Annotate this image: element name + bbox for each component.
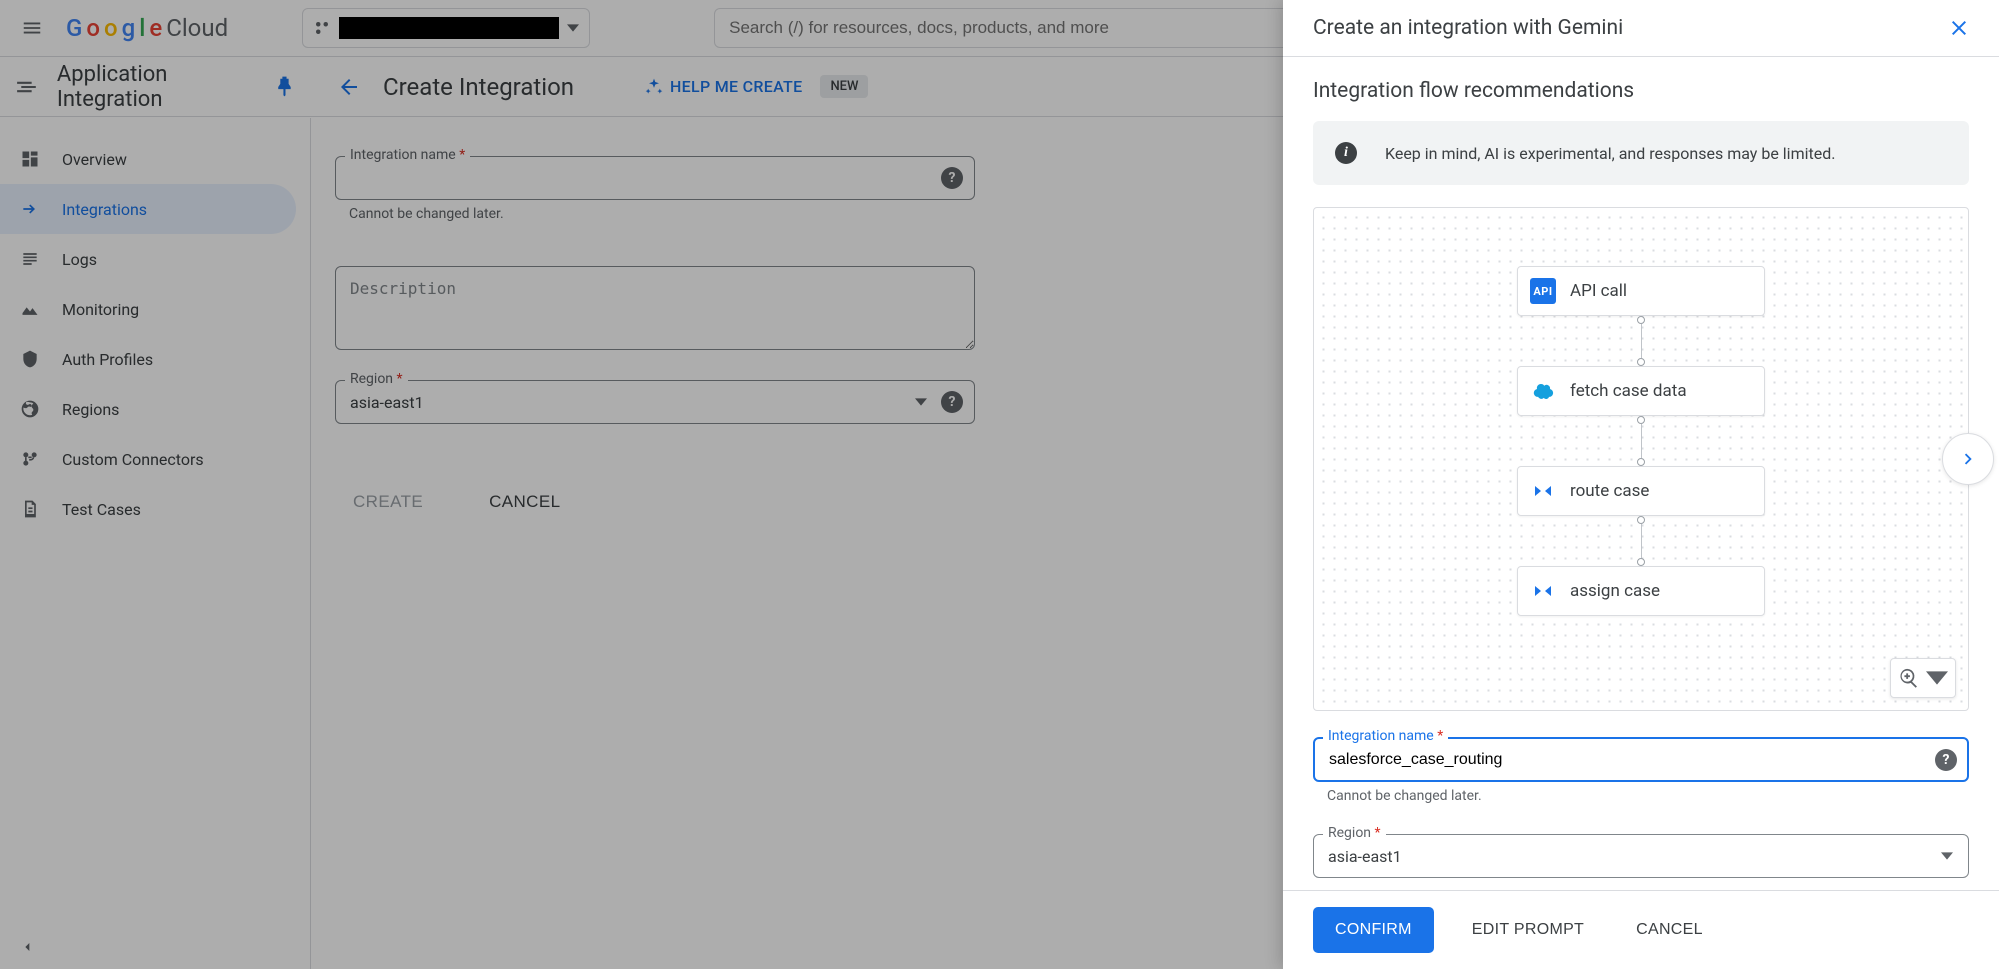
region-select[interactable]: asia-east1 [335,380,975,424]
close-icon [1947,16,1971,40]
integration-name-label: Integration name * [345,147,470,163]
sidebar-item-label: Auth Profiles [62,350,153,369]
sidebar-item-label: Overview [62,150,127,169]
mapper-icon [1530,478,1556,504]
info-icon: i [1335,142,1357,164]
flow-node-route[interactable]: route case [1517,466,1765,516]
zoom-control[interactable] [1890,658,1956,698]
panel-name-helper: Cannot be changed later. [1327,788,1969,804]
flow-node-label: API call [1570,281,1627,301]
next-recommendation-button[interactable] [1942,433,1994,485]
help-me-create-button[interactable]: HELP ME CREATE [644,77,802,97]
sidebar-item-regions[interactable]: Regions [0,384,310,434]
flow-preview-canvas: API API call fetch case data route case … [1313,207,1969,711]
help-icon[interactable]: ? [941,391,963,413]
sidebar-item-label: Custom Connectors [62,450,204,469]
api-icon: API [1530,278,1556,304]
region-label: Region * [345,371,408,387]
integration-name-field-wrap: Integration name * ? [335,156,975,200]
panel-title: Create an integration with Gemini [1313,16,1623,40]
flow-connector [1640,416,1642,466]
help-me-create-label: HELP ME CREATE [670,77,802,96]
flow-node-label: assign case [1570,581,1660,601]
edit-prompt-button[interactable]: EDIT PROMPT [1458,907,1598,953]
region-value: asia-east1 [350,393,424,412]
panel-region-label: Region * [1323,825,1386,841]
collapse-sidebar-button[interactable] [14,933,42,961]
section-title: Integration flow recommendations [1313,79,1969,103]
new-badge: NEW [820,75,868,98]
salesforce-icon [1530,378,1556,404]
description-textarea[interactable] [335,266,975,350]
product-chip: Application Integration [0,57,311,116]
integration-name-helper: Cannot be changed later. [349,206,975,222]
cancel-button[interactable]: CANCEL [471,480,578,524]
confirm-button[interactable]: CONFIRM [1313,907,1434,953]
gemini-panel: Create an integration with Gemini Integr… [1283,0,1999,969]
mapper-icon [1530,578,1556,604]
back-button[interactable] [329,67,369,107]
panel-header: Create an integration with Gemini [1283,0,1999,57]
product-name: Application Integration [57,62,254,112]
create-button: CREATE [335,480,441,524]
sidebar-item-label: Integrations [62,200,147,219]
page-title: Create Integration [383,73,574,101]
flow-node-fetch[interactable]: fetch case data [1517,366,1765,416]
search-bar[interactable] [714,8,1354,48]
app-integration-icon [14,73,39,101]
project-name-redacted [339,17,559,39]
help-icon[interactable]: ? [941,167,963,189]
panel-region-field-wrap: Region * asia-east1 [1313,834,1969,878]
sparkle-icon [644,77,664,97]
panel-footer: CONFIRM EDIT PROMPT CANCEL [1283,890,1999,969]
flow-connector [1640,516,1642,566]
sidebar-item-label: Regions [62,400,119,419]
sidebar-item-label: Logs [62,250,97,269]
logo-suffix: Cloud [166,14,228,42]
region-field-wrap: Region * asia-east1 ? [335,380,975,424]
chevron-down-icon [915,396,927,408]
flow-node-api[interactable]: API API call [1517,266,1765,316]
help-icon[interactable]: ? [1935,749,1957,771]
search-input[interactable] [729,18,1339,38]
chevron-down-icon [1926,667,1948,689]
info-banner: i Keep in mind, AI is experimental, and … [1313,121,1969,185]
panel-region-select[interactable]: asia-east1 [1313,834,1969,878]
pin-icon[interactable] [272,73,297,101]
panel-name-field-wrap: Integration name * ? [1313,737,1969,782]
chevron-down-icon [1941,850,1953,862]
sidebar-item-label: Monitoring [62,300,139,319]
flow-node-label: fetch case data [1570,381,1687,401]
zoom-in-icon [1898,667,1920,689]
sidebar-item-logs[interactable]: Logs [0,234,310,284]
sidebar-item-integrations[interactable]: Integrations [0,184,296,234]
project-selector[interactable] [302,8,590,48]
sidebar-item-overview[interactable]: Overview [0,134,310,184]
flow-node-label: route case [1570,481,1649,501]
sidebar-item-custom-connectors[interactable]: Custom Connectors [0,434,310,484]
info-text: Keep in mind, AI is experimental, and re… [1385,144,1835,163]
project-icon [313,19,331,37]
hamburger-menu-icon[interactable] [12,8,52,48]
close-button[interactable] [1941,10,1977,46]
sidebar-item-monitoring[interactable]: Monitoring [0,284,310,334]
flow-node-assign[interactable]: assign case [1517,566,1765,616]
gcp-logo[interactable]: Google Cloud [66,14,228,42]
flow-connector [1640,316,1642,366]
panel-region-value: asia-east1 [1328,847,1402,866]
sidebar-item-auth-profiles[interactable]: Auth Profiles [0,334,310,384]
left-nav-sidebar: Overview Integrations Logs Monitoring Au… [0,118,311,969]
panel-name-label: Integration name * [1323,728,1448,744]
sidebar-item-test-cases[interactable]: Test Cases [0,484,310,534]
chevron-right-icon [1957,448,1979,470]
panel-cancel-button[interactable]: CANCEL [1622,907,1717,953]
chevron-down-icon [567,22,579,34]
sidebar-item-label: Test Cases [62,500,141,519]
